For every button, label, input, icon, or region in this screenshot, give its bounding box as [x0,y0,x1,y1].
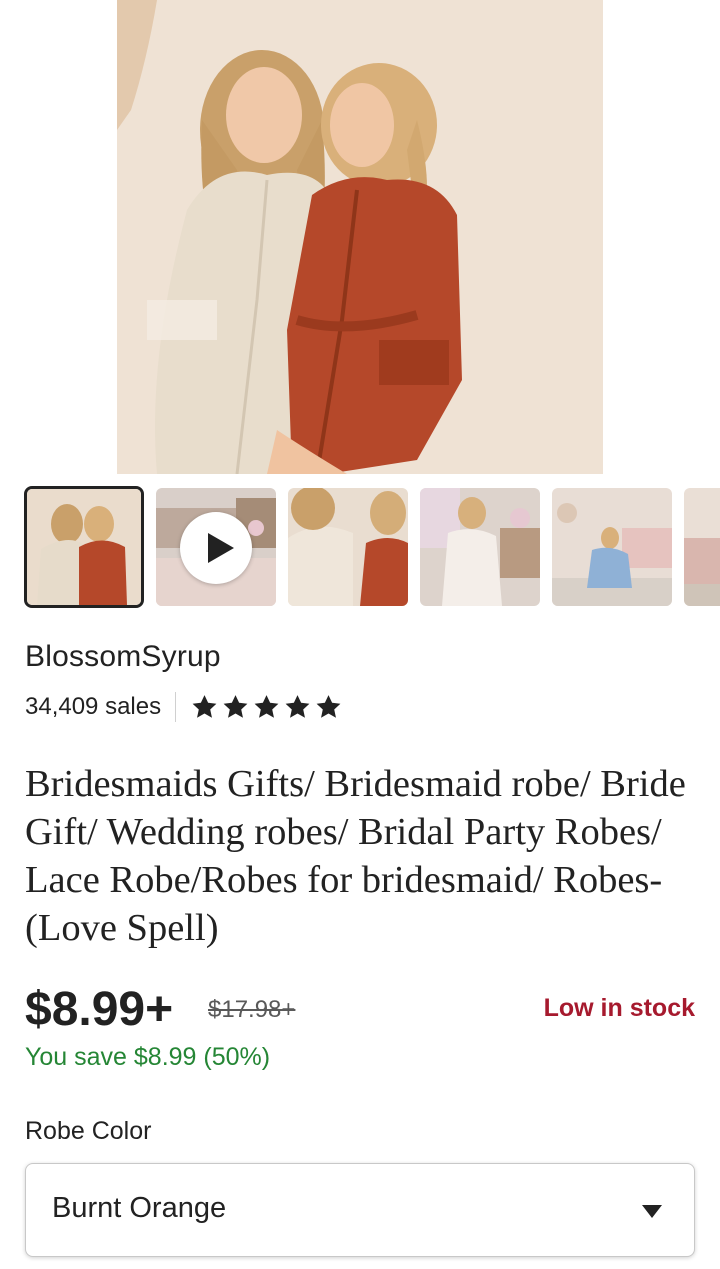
rating-stars[interactable] [190,693,343,721]
thumbnail-4[interactable] [420,488,540,606]
variation-label: Robe Color [25,1117,152,1145]
caret-down-icon [642,1205,662,1218]
thumbnail-6[interactable] [684,488,720,606]
star-icon [254,695,279,718]
thumbnail-3[interactable] [288,488,408,606]
original-price: $17.98+ [208,996,296,1023]
stock-status: Low in stock [543,994,695,1022]
sales-count: 34,409 sales [25,693,162,720]
meta-divider [175,692,177,722]
sale-price: $8.99+ [25,983,174,1036]
shop-name-link[interactable]: BlossomSyrup [25,640,221,674]
savings-text: You save $8.99 (50%) [25,1043,271,1071]
thumbnail-5[interactable] [552,488,672,606]
star-icon [192,695,217,718]
robe-color-select[interactable]: Burnt Orange [25,1163,695,1257]
play-video-icon[interactable] [180,512,252,584]
star-icon [285,695,310,718]
shop-meta-row: 34,409 sales [25,690,343,724]
product-main-image[interactable] [117,0,603,474]
star-icon [223,695,248,718]
image-thumbnail-strip [0,486,720,608]
listing-title: Bridesmaids Gifts/ Bridesmaid robe/ Brid… [25,763,686,949]
selected-color-value: Burnt Orange [52,1192,227,1224]
thumbnail-1-selected[interactable] [24,486,144,608]
thumbnail-2-video[interactable] [156,488,276,606]
star-icon [316,695,341,718]
